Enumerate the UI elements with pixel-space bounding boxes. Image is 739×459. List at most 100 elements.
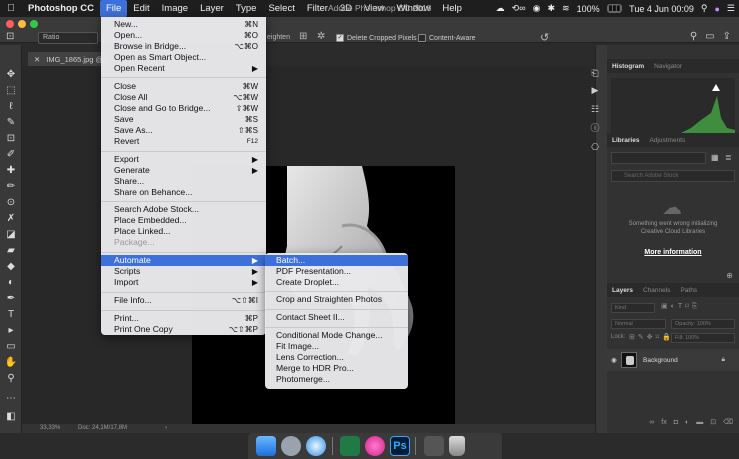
menu-item-print[interactable]: Print... ⌘P (101, 313, 266, 324)
doc-size-info[interactable]: Doc: 24,1M/17,8M (78, 425, 127, 431)
submenu-item-fit-image[interactable]: Fit Image... (265, 341, 408, 352)
history-brush-icon[interactable]: ✗ (4, 213, 18, 225)
more-information-link[interactable]: More information (617, 249, 729, 256)
lock-icons[interactable]: ⊞✎✥⌑🔒 (629, 333, 674, 341)
menu-item-open-smart-object[interactable]: Open as Smart Object... (101, 52, 266, 63)
library-select[interactable] (611, 152, 706, 164)
trash-icon[interactable]: ⌫ (723, 418, 733, 426)
adjustment-layer-icon[interactable]: ◐ (685, 419, 689, 426)
menu-help[interactable]: Help (436, 0, 468, 17)
library-search-input[interactable]: Search Adobe Stock (611, 170, 735, 182)
excel-icon[interactable] (340, 436, 360, 456)
menu-item-close-go-bridge[interactable]: Close and Go to Bridge... ⇧⌘W (101, 103, 266, 114)
lasso-tool-icon[interactable]: ℓ (4, 101, 18, 113)
hand-tool-icon[interactable]: ✋ (4, 357, 18, 369)
layer-row-background[interactable]: ◉ Background 🔒︎ (607, 349, 739, 371)
submenu-item-crop-straighten[interactable]: Crop and Straighten Photos (265, 294, 408, 305)
grid-overlay-icon[interactable]: ⊞ (299, 31, 307, 42)
menu-item-file-info[interactable]: File Info... ⌥⇧⌘I (101, 295, 266, 306)
submenu-item-pdf-presentation[interactable]: PDF Presentation... (265, 266, 408, 277)
finder-icon[interactable] (256, 436, 276, 456)
color-swatches-icon[interactable]: ◧ (4, 411, 18, 423)
submenu-item-batch[interactable]: Batch... (265, 255, 408, 266)
crop-tool-icon[interactable]: ⊡ (6, 31, 20, 43)
wifi-icon[interactable]: ≋ (562, 3, 570, 14)
brushes-panel-icon[interactable]: ⎔ (588, 142, 602, 153)
layer-kind-filter[interactable]: Kind (611, 303, 655, 313)
grid-view-icon[interactable]: ▦ (711, 153, 719, 162)
menu-item-place-linked[interactable]: Place Linked... (101, 226, 266, 237)
dodge-tool-icon[interactable]: ◐ (4, 277, 18, 289)
tab-navigator[interactable]: Navigator (649, 63, 687, 70)
blend-mode-select[interactable]: Normal (611, 319, 666, 329)
zoom-window-button[interactable] (30, 20, 38, 28)
shape-tool-icon[interactable]: ▭ (4, 341, 18, 353)
menu-item-place-embedded[interactable]: Place Embedded... (101, 215, 266, 226)
move-tool-icon[interactable]: ✥ (4, 69, 18, 81)
quick-select-tool-icon[interactable]: ✎ (4, 117, 18, 129)
menu-item-search-adobe-stock[interactable]: Search Adobe Stock... (101, 204, 266, 215)
tab-adjustments[interactable]: Adjustments (644, 137, 690, 144)
add-library-icon[interactable]: ⊕ (726, 271, 733, 280)
history-panel-icon[interactable]: ⎗ (588, 68, 602, 79)
list-view-icon[interactable]: ≣ (725, 153, 732, 162)
blur-tool-icon[interactable]: ◆ (4, 261, 18, 273)
eyedropper-tool-icon[interactable]: ✐ (4, 149, 18, 161)
menu-select[interactable]: Select (262, 0, 300, 17)
menu-item-print-one-copy[interactable]: Print One Copy ⌥⇧⌘P (101, 324, 266, 335)
more-tools-icon[interactable]: ⋯ (4, 393, 18, 405)
menu-edit[interactable]: Edit (127, 0, 155, 17)
fill-field[interactable]: Fill: 100% (671, 333, 735, 343)
menu-item-save-as[interactable]: Save As... ⇧⌘S (101, 125, 266, 136)
info-panel-icon[interactable]: ⓘ (588, 121, 602, 134)
itunes-icon[interactable] (365, 436, 385, 456)
menu-item-share[interactable]: Share... (101, 176, 266, 187)
delete-cropped-pixels-checkbox[interactable]: ✓ Delete Cropped Pixels (336, 34, 417, 42)
menu-layer[interactable]: Layer (194, 0, 230, 17)
menu-item-share-behance[interactable]: Share on Behance... (101, 187, 266, 198)
apple-icon[interactable]:  (0, 3, 22, 14)
menu-type[interactable]: Type (230, 0, 263, 17)
submenu-item-contact-sheet[interactable]: Contact Sheet II... (265, 312, 408, 323)
submenu-item-merge-hdr[interactable]: Merge to HDR Pro... (265, 363, 408, 374)
menu-item-automate[interactable]: Automate ▶ (101, 255, 266, 266)
tab-channels[interactable]: Channels (638, 287, 675, 294)
properties-panel-icon[interactable]: ☷ (588, 104, 602, 115)
photoshop-icon[interactable]: Ps (390, 436, 410, 456)
ratio-select[interactable]: Ratio (38, 32, 98, 44)
document-tab[interactable]: ✕ IMG_1865.jpg @ (28, 52, 110, 66)
trash-icon[interactable] (449, 436, 465, 456)
launchpad-icon[interactable] (281, 436, 301, 456)
gradient-tool-icon[interactable]: ▰ (4, 245, 18, 257)
content-aware-checkbox[interactable]: Content-Aware (418, 34, 476, 42)
share-icon[interactable]: ⇪ (723, 31, 731, 42)
marquee-tool-icon[interactable]: ⬚ (4, 85, 18, 97)
menu-item-close-all[interactable]: Close All ⌥⌘W (101, 92, 266, 103)
downloads-icon[interactable] (424, 436, 444, 456)
workspace-icon[interactable]: ▭ (705, 31, 714, 42)
minimize-window-button[interactable] (18, 20, 26, 28)
menu-item-generate[interactable]: Generate ▶ (101, 165, 266, 176)
menu-file[interactable]: File (99, 0, 128, 17)
time-machine-icon[interactable]: ⟲∞ (512, 3, 526, 14)
menu-item-open-recent[interactable]: Open Recent ▶ (101, 63, 266, 74)
status-arrow-icon[interactable]: › (165, 425, 167, 431)
submenu-item-photomerge[interactable]: Photomerge... (265, 374, 408, 385)
fx-icon[interactable]: fx (661, 419, 666, 426)
battery-icon[interactable]: ▮▮▮ (606, 4, 623, 13)
bluetooth-icon[interactable]: ✱ (547, 3, 555, 14)
menu-item-import[interactable]: Import ▶ (101, 277, 266, 288)
menu-item-open[interactable]: Open... ⌘O (101, 30, 266, 41)
reset-crop-icon[interactable]: ↺ (540, 31, 549, 44)
submenu-item-create-droplet[interactable]: Create Droplet... (265, 277, 408, 288)
crop-tool-icon[interactable]: ⊡ (4, 133, 18, 145)
new-layer-icon[interactable]: ⊡ (710, 418, 716, 426)
straighten-label[interactable]: eighten (267, 34, 290, 41)
opacity-field[interactable]: Opacity: 100% (671, 319, 735, 329)
menu-item-save[interactable]: Save ⌘S (101, 114, 266, 125)
battery-percent[interactable]: 100% (577, 4, 600, 14)
type-tool-icon[interactable]: T (4, 309, 18, 321)
zoom-level[interactable]: 33,33% (40, 425, 60, 431)
menu-item-export[interactable]: Export ▶ (101, 154, 266, 165)
user-icon[interactable]: ◉ (533, 3, 541, 14)
